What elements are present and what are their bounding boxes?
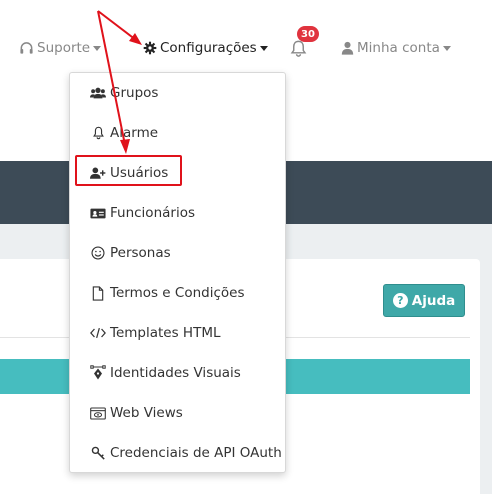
settings-menu[interactable]: Configurações xyxy=(143,38,268,58)
menu-item-users[interactable]: Usuários xyxy=(90,163,168,183)
settings-label: Configurações xyxy=(160,40,257,56)
menu-item-web-views[interactable]: Web Views xyxy=(90,403,183,423)
question-circle-icon: ? xyxy=(392,293,408,308)
menu-item-personas[interactable]: Personas xyxy=(90,243,171,263)
code-icon xyxy=(90,325,106,341)
chevron-down-icon xyxy=(442,45,451,51)
menu-item-visual-identities[interactable]: Identidades Visuais xyxy=(90,363,241,383)
menu-item-html-templates[interactable]: Templates HTML xyxy=(90,323,221,343)
menu-item-employees[interactable]: Funcionários xyxy=(90,203,195,223)
headset-icon xyxy=(19,41,34,56)
account-menu[interactable]: Minha conta xyxy=(341,38,451,58)
key-icon xyxy=(90,445,106,461)
menu-item-label: Web Views xyxy=(110,405,183,421)
bell-icon xyxy=(90,125,106,141)
smile-icon xyxy=(90,245,106,261)
help-label: Ajuda xyxy=(411,292,456,309)
window-icon xyxy=(90,405,106,421)
menu-item-label: Credenciais de API OAuth xyxy=(110,445,282,461)
file-icon xyxy=(90,285,106,301)
menu-item-label: Grupos xyxy=(110,85,159,101)
menu-item-terms[interactable]: Termos e Condições xyxy=(90,283,245,303)
support-label: Suporte xyxy=(37,40,91,56)
account-label: Minha conta xyxy=(357,40,440,56)
menu-item-alarm[interactable]: Alarme xyxy=(90,123,158,143)
support-menu[interactable]: Suporte xyxy=(19,38,102,58)
user-icon xyxy=(341,41,354,55)
id-card-icon xyxy=(90,205,106,221)
chevron-down-icon xyxy=(93,45,102,51)
pen-nib-icon xyxy=(90,365,106,381)
settings-dropdown: Grupos Alarme Usuários Funcionários Pers… xyxy=(69,72,286,473)
chevron-down-icon xyxy=(259,45,268,51)
notification-count-badge: 30 xyxy=(297,26,319,42)
menu-item-label: Templates HTML xyxy=(110,325,221,341)
gear-icon xyxy=(143,41,157,55)
menu-item-groups[interactable]: Grupos xyxy=(90,83,158,103)
menu-item-oauth-credentials[interactable]: Credenciais de API OAuth xyxy=(90,443,282,463)
menu-item-label: Personas xyxy=(110,245,171,261)
menu-item-label: Termos e Condições xyxy=(110,285,245,301)
menu-item-label: Funcionários xyxy=(110,205,195,221)
menu-item-label: Alarme xyxy=(110,125,159,141)
user-plus-icon xyxy=(90,165,106,181)
users-icon xyxy=(90,85,106,101)
menu-item-label: Usuários xyxy=(110,165,169,181)
help-button[interactable]: ? Ajuda xyxy=(383,284,465,317)
menu-item-label: Identidades Visuais xyxy=(110,365,241,381)
